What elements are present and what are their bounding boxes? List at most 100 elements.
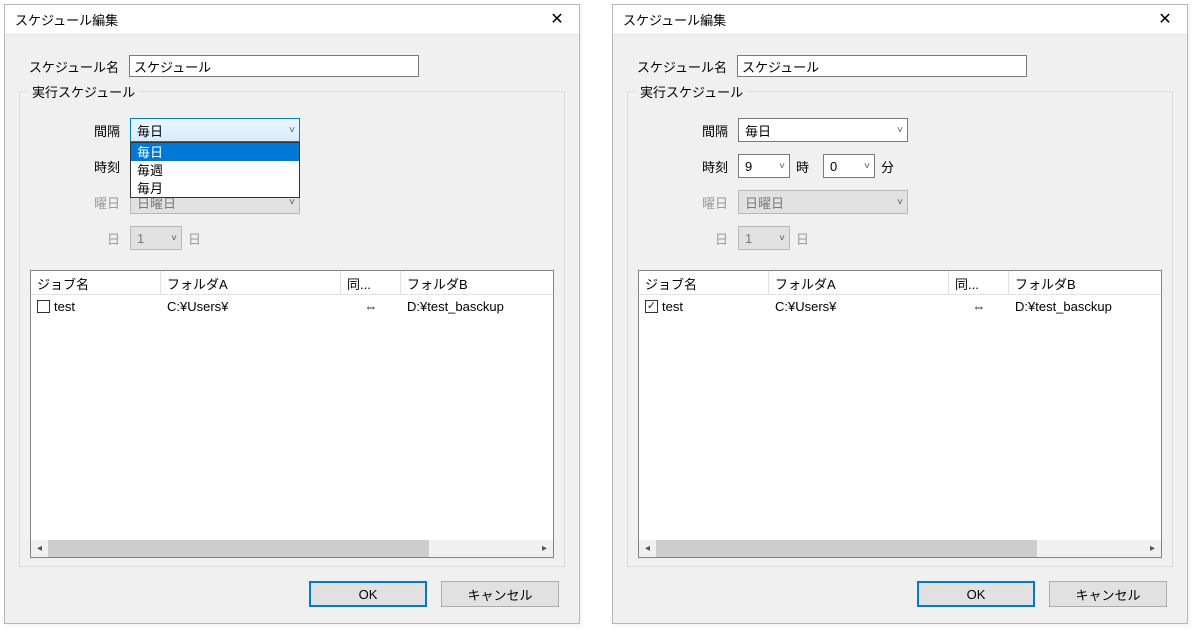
day-label: 日 (688, 229, 738, 248)
col-folder-a[interactable]: フォルダA (769, 271, 949, 294)
weekday-label: 曜日 (80, 193, 130, 212)
day-value: 1 (745, 231, 752, 246)
interval-row: 間隔 毎日 ˅ 毎日 毎週 毎月 (80, 112, 554, 148)
time-label: 時刻 (80, 157, 130, 176)
scroll-right-icon[interactable]: ▸ (1144, 540, 1161, 557)
cell-folder-b: D:¥test_basckup (401, 299, 553, 314)
interval-option-daily[interactable]: 毎日 (131, 143, 299, 161)
interval-combo-box[interactable]: 毎日 ˅ (738, 118, 908, 142)
chevron-down-icon: ˅ (289, 197, 295, 208)
day-row: 日 1 ˅ 日 (80, 220, 554, 256)
ok-button[interactable]: OK (917, 581, 1035, 607)
job-name: test (662, 299, 683, 314)
scroll-track[interactable] (48, 540, 536, 557)
interval-value: 毎日 (137, 121, 163, 140)
day-unit: 日 (796, 229, 809, 248)
chevron-down-icon: ˅ (289, 125, 295, 136)
cell-job: ✓ test (639, 299, 769, 314)
schedule-form: 間隔 毎日 ˅ 時刻 9 ˅ 時 (638, 112, 1162, 270)
weekday-combo: 日曜日 ˅ (738, 190, 908, 214)
chevron-down-icon: ˅ (864, 161, 870, 172)
weekday-combo-box: 日曜日 ˅ (738, 190, 908, 214)
time-row: 時刻 9 ˅ 時 0 ˅ 分 (688, 148, 1162, 184)
interval-combo[interactable]: 毎日 ˅ 毎日 毎週 毎月 (130, 118, 300, 142)
scroll-left-icon[interactable]: ◂ (639, 540, 656, 557)
interval-combo-box[interactable]: 毎日 ˅ (130, 118, 300, 142)
schedule-name-row: スケジュール名 (627, 55, 1173, 77)
day-combo: 1 ˅ (130, 226, 182, 250)
day-value: 1 (137, 231, 144, 246)
col-job[interactable]: ジョブ名 (639, 271, 769, 294)
interval-option-weekly[interactable]: 毎週 (131, 161, 299, 179)
scroll-right-icon[interactable]: ▸ (536, 540, 553, 557)
cell-sync: ⇔ (949, 299, 1009, 314)
interval-label: 間隔 (688, 121, 738, 140)
scroll-thumb[interactable] (48, 540, 429, 557)
scroll-left-icon[interactable]: ◂ (31, 540, 48, 557)
titlebar: スケジュール編集 ✕ (5, 5, 579, 35)
cell-folder-a: C:¥Users¥ (769, 299, 949, 314)
interval-combo[interactable]: 毎日 ˅ (738, 118, 908, 142)
content-area: スケジュール名 実行スケジュール 間隔 毎日 ˅ 時刻 (613, 35, 1187, 623)
dialog-buttons: OK キャンセル (19, 567, 565, 613)
hour-unit: 時 (796, 157, 809, 176)
window-title: スケジュール編集 (623, 10, 726, 29)
cell-folder-a: C:¥Users¥ (161, 299, 341, 314)
weekday-row: 曜日 日曜日 ˅ (688, 184, 1162, 220)
interval-label: 間隔 (80, 121, 130, 140)
job-name: test (54, 299, 75, 314)
job-checkbox[interactable] (37, 300, 50, 313)
minute-unit: 分 (881, 157, 894, 176)
chevron-down-icon: ˅ (779, 161, 785, 172)
minute-combo[interactable]: 0 ˅ (823, 154, 875, 178)
scroll-track[interactable] (656, 540, 1144, 557)
window-title: スケジュール編集 (15, 10, 118, 29)
cancel-button[interactable]: キャンセル (441, 581, 559, 607)
hour-combo[interactable]: 9 ˅ (738, 154, 790, 178)
listview-body: ✓ test C:¥Users¥ ⇔ D:¥test_basckup (639, 295, 1161, 540)
schedule-form: 間隔 毎日 ˅ 毎日 毎週 毎月 時刻 (30, 112, 554, 270)
schedule-name-label: スケジュール名 (19, 57, 129, 76)
weekday-value: 日曜日 (745, 193, 784, 212)
schedule-name-input[interactable] (129, 55, 419, 77)
cell-sync: ⇔ (341, 299, 401, 314)
listview-header: ジョブ名 フォルダA 同... フォルダB (31, 271, 553, 295)
col-folder-b[interactable]: フォルダB (1009, 271, 1161, 294)
day-unit: 日 (188, 229, 201, 248)
col-folder-b[interactable]: フォルダB (401, 271, 553, 294)
cell-job: test (31, 299, 161, 314)
col-folder-a[interactable]: フォルダA (161, 271, 341, 294)
ok-button[interactable]: OK (309, 581, 427, 607)
dialog-right: スケジュール編集 ✕ スケジュール名 実行スケジュール 間隔 毎日 ˅ (612, 4, 1188, 624)
dialog-buttons: OK キャンセル (627, 567, 1173, 613)
cancel-button[interactable]: キャンセル (1049, 581, 1167, 607)
content-area: スケジュール名 実行スケジュール 間隔 毎日 ˅ 毎日 毎週 (5, 35, 579, 623)
interval-option-monthly[interactable]: 毎月 (131, 179, 299, 197)
table-row[interactable]: test C:¥Users¥ ⇔ D:¥test_basckup (31, 295, 553, 317)
close-icon[interactable]: ✕ (535, 5, 579, 35)
job-listview: ジョブ名 フォルダA 同... フォルダB test C:¥Users¥ ⇔ D… (30, 270, 554, 558)
job-checkbox[interactable]: ✓ (645, 300, 658, 313)
close-icon[interactable]: ✕ (1143, 5, 1187, 35)
hour-value: 9 (745, 159, 752, 174)
schedule-name-label: スケジュール名 (627, 57, 737, 76)
horizontal-scrollbar[interactable]: ◂ ▸ (639, 540, 1161, 557)
scroll-thumb[interactable] (656, 540, 1037, 557)
chevron-down-icon: ˅ (897, 197, 903, 208)
schedule-name-input[interactable] (737, 55, 1027, 77)
chevron-down-icon: ˅ (779, 233, 785, 244)
listview-header: ジョブ名 フォルダA 同... フォルダB (639, 271, 1161, 295)
schedule-name-row: スケジュール名 (19, 55, 565, 77)
horizontal-scrollbar[interactable]: ◂ ▸ (31, 540, 553, 557)
dialog-left: スケジュール編集 ✕ スケジュール名 実行スケジュール 間隔 毎日 ˅ 毎 (4, 4, 580, 624)
cell-folder-b: D:¥test_basckup (1009, 299, 1161, 314)
weekday-label: 曜日 (688, 193, 738, 212)
col-sync[interactable]: 同... (341, 271, 401, 294)
interval-dropdown: 毎日 毎週 毎月 (130, 142, 300, 198)
table-row[interactable]: ✓ test C:¥Users¥ ⇔ D:¥test_basckup (639, 295, 1161, 317)
exec-schedule-group: 実行スケジュール 間隔 毎日 ˅ 毎日 毎週 毎月 (19, 91, 565, 567)
chevron-down-icon: ˅ (171, 233, 177, 244)
col-sync[interactable]: 同... (949, 271, 1009, 294)
col-job[interactable]: ジョブ名 (31, 271, 161, 294)
job-listview: ジョブ名 フォルダA 同... フォルダB ✓ test C:¥Users¥ ⇔… (638, 270, 1162, 558)
